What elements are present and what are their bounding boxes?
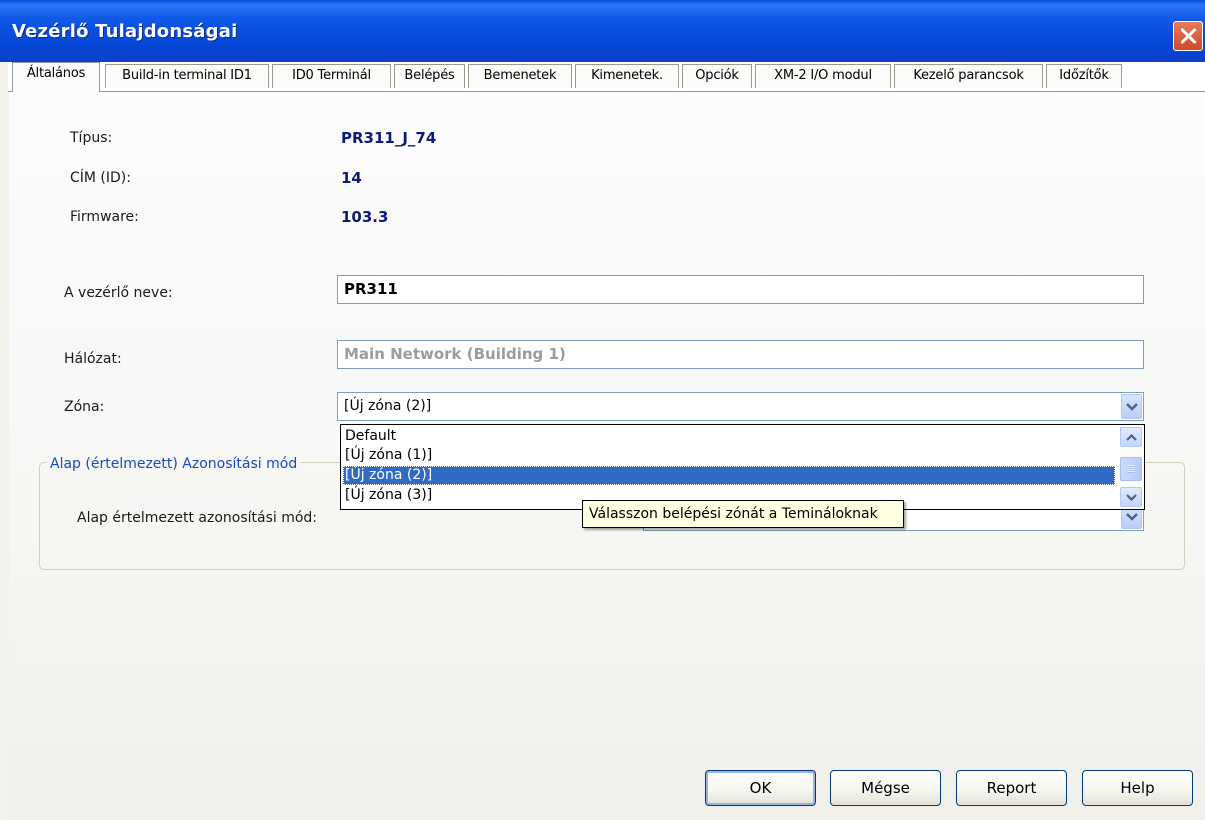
chevron-down-icon [1126,494,1137,501]
zone-option-selected[interactable]: [Új zóna (2)] [343,466,1115,485]
tab-timers[interactable]: Időzítők [1046,64,1122,88]
tab-outputs[interactable]: Kimenetek. [575,64,679,88]
type-label: Típus: [70,130,113,146]
tab-strip: Általános Build-in terminal ID1 ID0 Term… [8,62,1205,92]
controller-properties-window: Vezérlő Tulajdonságai Általános Build-in… [0,0,1205,820]
title-bar[interactable]: Vezérlő Tulajdonságai [0,0,1205,62]
zone-select-value: [Új zóna (2)] [344,398,432,414]
address-label: CÍM (ID): [70,170,131,186]
chevron-up-icon [1126,434,1137,441]
zone-dropdown-list[interactable]: Default [Új zóna (1)] [Új zóna (2)] [Új … [340,424,1145,510]
type-value: PR311_J_74 [341,129,437,147]
zone-label: Zóna: [64,399,105,415]
zone-dropdown-button[interactable] [1121,394,1142,419]
tab-build-in-terminal-id1[interactable]: Build-in terminal ID1 [105,64,269,88]
ok-button[interactable]: OK [705,770,816,806]
tab-general[interactable]: Általános [12,62,100,92]
zone-list-scrollbar[interactable] [1120,427,1142,507]
close-icon[interactable] [1173,21,1203,51]
chevron-down-icon [1126,403,1138,411]
controller-name-label: A vezérlő neve: [64,285,173,301]
zone-option[interactable]: Default [343,427,1115,446]
report-button[interactable]: Report [956,770,1067,806]
scroll-down-button[interactable] [1120,487,1142,507]
tab-options[interactable]: Opciók [682,64,752,88]
help-button[interactable]: Help [1082,770,1193,806]
identification-mode-group-title: Alap (értelmezett) Azonosítási mód [47,456,301,472]
controller-name-input[interactable]: PR311 [337,275,1144,304]
id-mode-label: Alap értelmezett azonosítási mód: [77,510,318,526]
address-value: 14 [341,169,362,187]
tab-id0-terminal[interactable]: ID0 Terminál [272,64,391,88]
scroll-thumb[interactable] [1120,457,1142,481]
firmware-value: 103.3 [341,208,389,226]
window-title: Vezérlő Tulajdonságai [12,21,238,42]
chevron-down-icon [1126,513,1138,521]
firmware-label: Firmware: [70,209,139,225]
cancel-button[interactable]: Mégse [830,770,941,806]
tab-xm2-io-module[interactable]: XM-2 I/O modul [755,64,891,88]
zone-tooltip: Válasszon belépési zónát a Temináloknak [582,500,904,528]
tab-entry[interactable]: Belépés [394,64,465,88]
scroll-up-button[interactable] [1120,427,1142,447]
zone-select[interactable]: [Új zóna (2)] [337,392,1144,421]
tab-inputs[interactable]: Bemenetek [468,64,572,88]
network-field: Main Network (Building 1) [337,340,1144,369]
tab-keypad-commands[interactable]: Kezelő parancsok [894,64,1043,88]
zone-option[interactable]: [Új zóna (1)] [343,446,1115,465]
network-label: Hálózat: [64,351,122,367]
